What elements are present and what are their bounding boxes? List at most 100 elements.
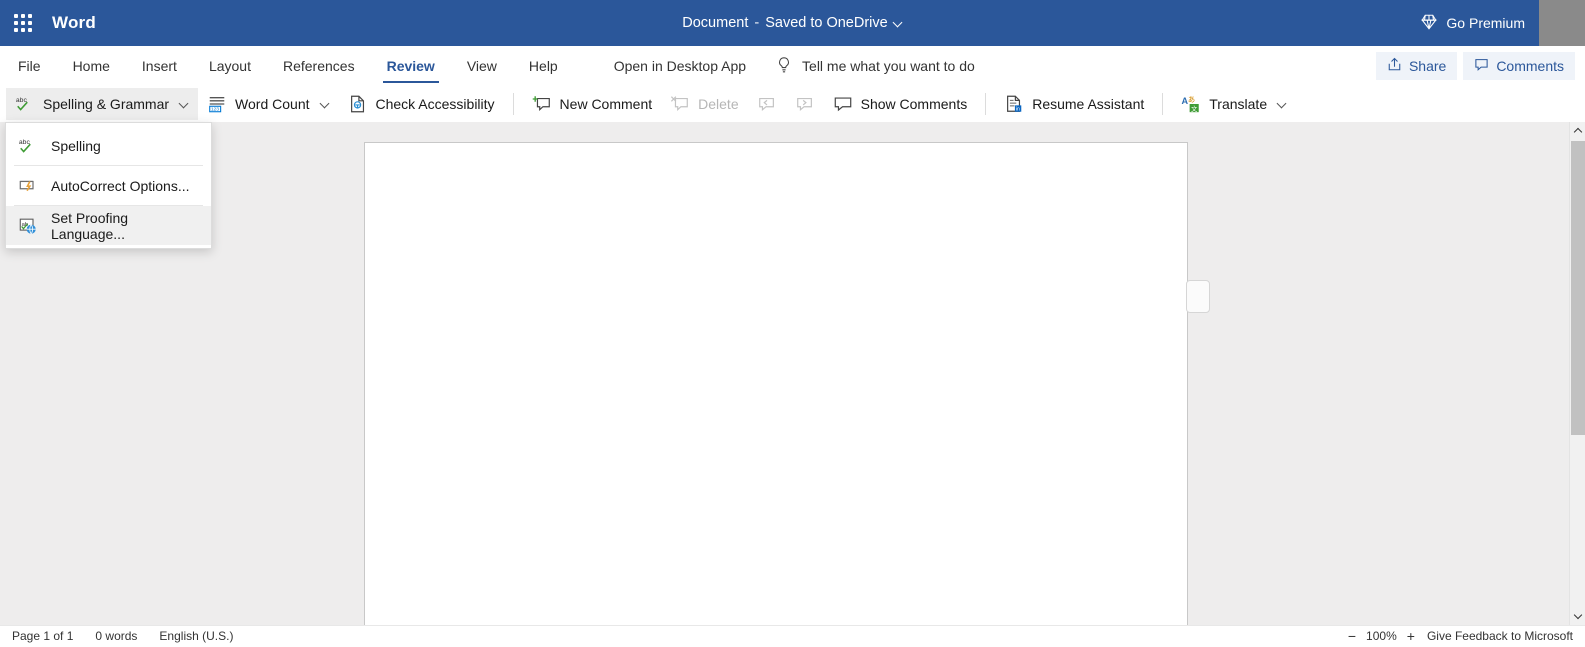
title-bar: Word Document - Saved to OneDrive Go Pre… (0, 0, 1585, 46)
delete-comment-icon (670, 94, 690, 114)
vertical-scrollbar[interactable] (1569, 122, 1585, 625)
spelling-and-grammar-menu: abc Spelling AutoCorrect Options... (5, 122, 212, 249)
check-accessibility-button[interactable]: Check Accessibility (339, 88, 504, 120)
comment-icon (1474, 57, 1489, 75)
chevron-down-icon (1574, 611, 1582, 619)
word-count-button[interactable]: 123 Word Count (198, 88, 338, 120)
svg-text:文: 文 (1191, 104, 1198, 113)
status-bar-top-border (0, 625, 1585, 626)
word-count-label: Word Count (235, 96, 309, 112)
give-feedback-button[interactable]: Give Feedback to Microsoft (1427, 629, 1573, 643)
scroll-down-button[interactable] (1570, 608, 1585, 625)
status-bar-right: − 100% + Give Feedback to Microsoft (1348, 629, 1573, 643)
lightbulb-icon (776, 56, 792, 77)
tab-references-label: References (283, 58, 355, 74)
tab-home[interactable]: Home (57, 46, 126, 86)
scroll-up-button[interactable] (1570, 122, 1585, 139)
spelling-and-grammar-label: Spelling & Grammar (43, 96, 169, 112)
share-icon (1387, 57, 1402, 75)
zoom-out-button[interactable]: − (1348, 629, 1356, 643)
menu-item-set-proofing-language[interactable]: ab Set Proofing Language... (6, 206, 211, 245)
menu-item-autocorrect-options[interactable]: AutoCorrect Options... (6, 166, 211, 205)
spelling-and-grammar-button[interactable]: abc Spelling & Grammar (6, 88, 198, 120)
scrollbar-thumb[interactable] (1571, 141, 1585, 435)
check-accessibility-icon (348, 94, 368, 114)
svg-text:123: 123 (211, 107, 219, 113)
proofing-language-icon: ab (18, 216, 38, 236)
document-title-button[interactable]: Document - Saved to OneDrive (682, 15, 902, 31)
tab-insert[interactable]: Insert (126, 46, 193, 86)
app-launcher-button[interactable] (0, 0, 46, 46)
word-count-icon: 123 (207, 94, 227, 114)
open-in-desktop-app-button[interactable]: Open in Desktop App (598, 46, 762, 86)
share-label: Share (1409, 58, 1446, 74)
show-comments-icon (833, 94, 853, 114)
go-premium-label: Go Premium (1446, 15, 1525, 31)
chevron-down-icon (894, 19, 903, 28)
tab-view-label: View (467, 58, 497, 74)
tab-spacer (574, 46, 598, 86)
toolbar-divider (985, 93, 986, 115)
comments-button[interactable]: Comments (1463, 52, 1575, 80)
zoom-in-button[interactable]: + (1407, 629, 1415, 643)
tab-help[interactable]: Help (513, 46, 574, 86)
next-comment-button (786, 88, 824, 120)
previous-comment-icon (757, 94, 777, 114)
open-in-desktop-app-label: Open in Desktop App (614, 58, 746, 74)
avatar[interactable] (1539, 0, 1585, 46)
share-button[interactable]: Share (1376, 52, 1457, 80)
app-launcher-icon (14, 14, 32, 32)
tab-review[interactable]: Review (371, 46, 451, 86)
chevron-down-icon (1277, 99, 1287, 109)
next-comment-icon (795, 94, 815, 114)
document-canvas[interactable] (0, 122, 1569, 625)
previous-comment-button (748, 88, 786, 120)
app-name: Word (52, 13, 96, 33)
new-comment-button[interactable]: New Comment (523, 88, 662, 120)
tab-insert-label: Insert (142, 58, 177, 74)
ribbon-tab-bar: File Home Insert Layout References Revie… (0, 46, 1585, 86)
menu-item-autocorrect-options-label: AutoCorrect Options... (51, 178, 190, 194)
word-online-window: Word Document - Saved to OneDrive Go Pre… (0, 0, 1585, 647)
zoom-level-label[interactable]: 100% (1366, 629, 1397, 643)
tab-help-label: Help (529, 58, 558, 74)
margin-comment-button[interactable] (1186, 280, 1210, 313)
tab-references[interactable]: References (267, 46, 371, 86)
word-count-indicator: 0 words (95, 629, 137, 643)
show-comments-button[interactable]: Show Comments (824, 88, 977, 120)
tell-me-label: Tell me what you want to do (802, 58, 975, 74)
menu-item-spelling[interactable]: abc Spelling (6, 126, 211, 165)
document-title-container: Document - Saved to OneDrive (0, 0, 1585, 46)
resume-assistant-button[interactable]: in Resume Assistant (995, 88, 1153, 120)
translate-icon: A あ 文 (1181, 94, 1201, 114)
review-toolbar: abc Spelling & Grammar 123 Word Count (0, 86, 1585, 122)
tab-layout[interactable]: Layout (193, 46, 267, 86)
tab-review-label: Review (387, 58, 435, 74)
document-page[interactable] (364, 142, 1188, 625)
delete-comment-label: Delete (698, 96, 738, 112)
title-separator: - (754, 15, 759, 31)
go-premium-button[interactable]: Go Premium (1406, 0, 1539, 46)
diamond-icon (1420, 13, 1438, 34)
resume-assistant-icon: in (1004, 94, 1024, 114)
new-comment-icon (532, 94, 552, 114)
show-comments-label: Show Comments (861, 96, 968, 112)
toolbar-divider (1162, 93, 1163, 115)
tell-me-button[interactable]: Tell me what you want to do (762, 46, 989, 86)
menu-item-spelling-label: Spelling (51, 138, 101, 154)
save-state-label: Saved to OneDrive (765, 15, 888, 31)
tab-file-label: File (18, 58, 41, 74)
zoom-control: − 100% + (1348, 629, 1415, 643)
abc-check-icon: abc (15, 94, 35, 114)
ribbon-right-actions: Share Comments (1376, 46, 1585, 86)
translate-button[interactable]: A あ 文 Translate (1172, 88, 1296, 120)
translate-label: Translate (1209, 96, 1267, 112)
language-indicator[interactable]: English (U.S.) (159, 629, 233, 643)
chevron-down-icon (179, 99, 189, 109)
check-accessibility-label: Check Accessibility (376, 96, 495, 112)
svg-text:あ: あ (1188, 95, 1195, 104)
document-name: Document (682, 15, 748, 31)
autocorrect-icon (18, 176, 38, 196)
tab-view[interactable]: View (451, 46, 513, 86)
tab-file[interactable]: File (0, 46, 57, 86)
